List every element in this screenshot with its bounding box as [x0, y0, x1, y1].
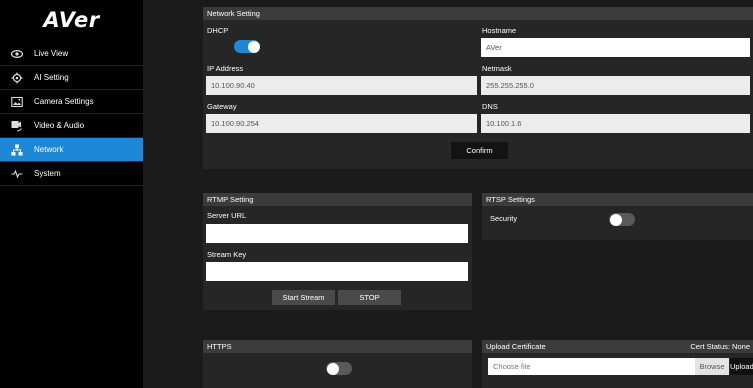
- panel-title: Upload Certificate: [486, 342, 546, 351]
- dhcp-label: DHCP: [207, 26, 229, 35]
- panel-title: RTMP Setting: [203, 193, 472, 206]
- stop-button[interactable]: STOP: [338, 290, 401, 305]
- netmask-label: Netmask: [482, 64, 512, 73]
- server-url-label: Server URL: [207, 211, 247, 220]
- security-toggle[interactable]: [609, 213, 635, 226]
- browse-button[interactable]: Browse: [695, 358, 729, 375]
- logo-text: AVer: [43, 8, 100, 32]
- ai-icon: [10, 71, 24, 85]
- toggle-knob: [247, 40, 260, 53]
- dns-field[interactable]: 10.100.1.6: [481, 114, 750, 133]
- panel-title: RTSP Settings: [482, 193, 753, 206]
- sidebar-item-label: Network: [34, 145, 64, 154]
- sidebar-item-label: Camera Settings: [34, 97, 94, 106]
- netmask-field[interactable]: 255.255.255.0: [481, 76, 750, 95]
- dhcp-toggle[interactable]: [234, 40, 260, 53]
- upload-button[interactable]: Upload: [730, 358, 753, 375]
- rtsp-settings-panel: RTSP Settings Security: [482, 193, 753, 240]
- sidebar-item-system[interactable]: System: [0, 162, 143, 186]
- sidebar-item-video-audio[interactable]: Video & Audio: [0, 114, 143, 138]
- hostname-field[interactable]: AVer: [481, 38, 750, 57]
- pulse-icon: [10, 167, 24, 181]
- ip-address-label: IP Address: [207, 64, 244, 73]
- hostname-label: Hostname: [482, 26, 517, 35]
- stream-key-input[interactable]: [206, 262, 468, 281]
- sidebar-item-label: AI Setting: [34, 73, 69, 82]
- panel-header: Upload Certificate Cert Status: None: [482, 340, 753, 353]
- cert-status: Cert Status: None: [690, 342, 750, 351]
- stream-key-label: Stream Key: [207, 250, 247, 259]
- gateway-label: Gateway: [207, 102, 237, 111]
- panel-title: HTTPS: [203, 340, 472, 353]
- sidebar-item-label: Live View: [34, 49, 69, 58]
- sidebar-item-label: Video & Audio: [34, 121, 85, 130]
- sidebar-nav: Live View AI Setting Camera Settings Vid…: [0, 42, 143, 186]
- rtmp-setting-panel: RTMP Setting Server URL Stream Key Start…: [203, 193, 472, 310]
- sidebar-item-label: System: [34, 169, 61, 178]
- dns-label: DNS: [482, 102, 498, 111]
- ip-address-field[interactable]: 10.100.90.40: [206, 76, 477, 95]
- brand-logo: AVer: [0, 0, 143, 40]
- sidebar-item-camera-settings[interactable]: Camera Settings: [0, 90, 143, 114]
- image-icon: [10, 95, 24, 109]
- https-toggle[interactable]: [326, 362, 352, 375]
- toggle-knob: [609, 213, 622, 226]
- sidebar-item-live-view[interactable]: Live View: [0, 42, 143, 66]
- network-setting-panel: Network Setting DHCP Hostname AVer IP Ad…: [203, 7, 753, 169]
- network-icon: [10, 143, 24, 157]
- security-label: Security: [490, 214, 518, 223]
- video-audio-icon: [10, 119, 24, 133]
- server-url-input[interactable]: [206, 224, 468, 243]
- eye-icon: [10, 47, 24, 61]
- sidebar-item-ai-setting[interactable]: AI Setting: [0, 66, 143, 90]
- gateway-field[interactable]: 10.100.90.254: [206, 114, 477, 133]
- toggle-knob: [326, 362, 339, 375]
- file-input[interactable]: Choose file: [488, 358, 695, 375]
- upload-certificate-panel: Upload Certificate Cert Status: None Cho…: [482, 340, 753, 388]
- main-content: Network Setting DHCP Hostname AVer IP Ad…: [143, 0, 753, 388]
- confirm-button[interactable]: Confirm: [451, 142, 508, 159]
- start-stream-button[interactable]: Start Stream: [272, 290, 335, 305]
- sidebar-item-network[interactable]: Network: [0, 138, 143, 162]
- sidebar: AVer Live View AI Setting Camera Setting…: [0, 0, 143, 388]
- panel-title: Network Setting: [203, 7, 753, 20]
- https-panel: HTTPS: [203, 340, 472, 388]
